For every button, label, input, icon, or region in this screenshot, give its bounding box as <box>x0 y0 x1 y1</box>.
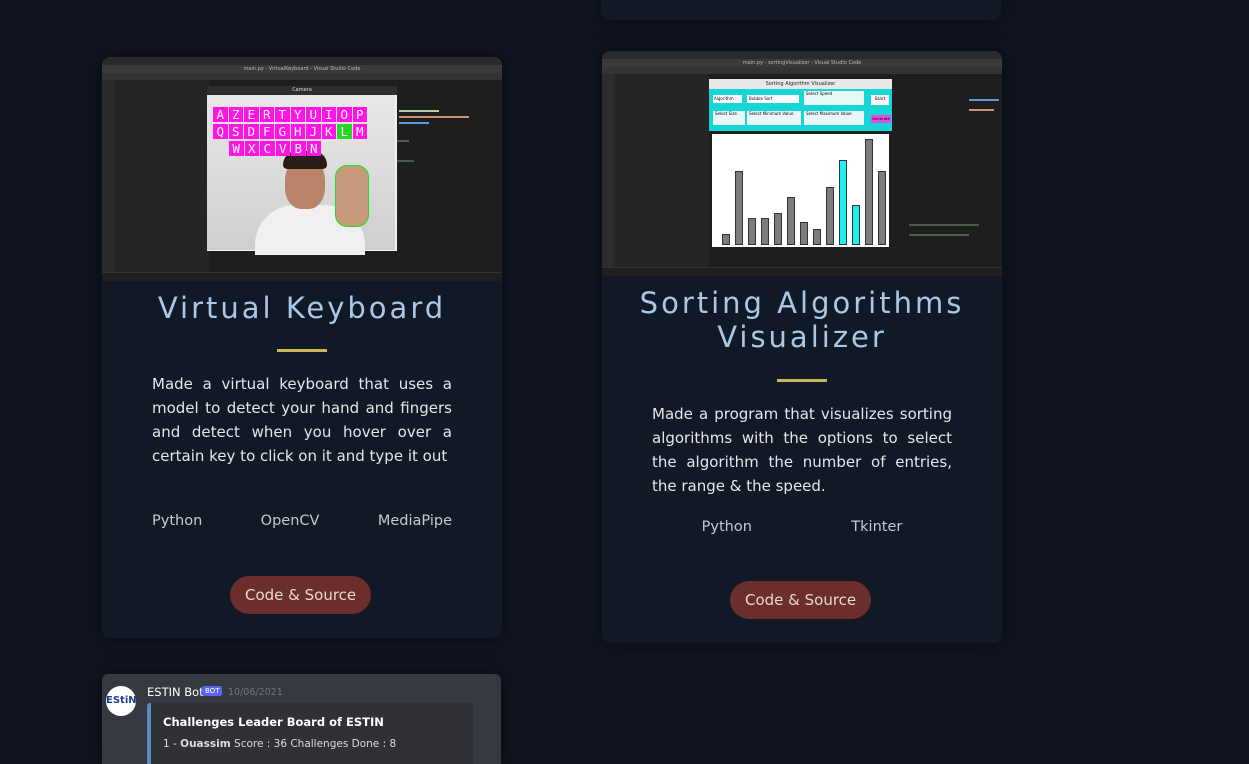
virtual-key-b: B <box>291 141 306 156</box>
virtual-key-s: S <box>228 124 243 139</box>
sort-bar <box>813 229 821 245</box>
window-title: main.py - sortingVisualizer - Visual Stu… <box>602 59 1002 67</box>
virtual-key-z: Z <box>228 107 243 122</box>
virtual-key-i: I <box>321 107 336 122</box>
sort-bar <box>865 139 873 245</box>
virtual-key-f: F <box>259 124 274 139</box>
sort-bar <box>761 218 769 245</box>
virtual-key-v: V <box>275 141 290 156</box>
project-card-discord-bot: EStiN ESTIN Bot BOT 10/06/2021 Challenge… <box>102 674 501 764</box>
window-title: main.py - VirtualKeyboard - Visual Studi… <box>102 65 502 73</box>
virtual-key-e: E <box>244 107 259 122</box>
tech-tags: Python Tkinter <box>652 519 952 535</box>
title-divider <box>777 379 827 382</box>
virtual-key-p: P <box>352 107 367 122</box>
code-source-button[interactable]: Code & Source <box>230 576 372 614</box>
virtual-key-o: O <box>337 107 352 122</box>
virtual-key-u: U <box>306 107 321 122</box>
hand <box>335 165 369 227</box>
virtual-key-d: D <box>244 124 259 139</box>
virtual-key-y: Y <box>290 107 305 122</box>
project-description: Made a program that visualizes sorting a… <box>652 405 952 495</box>
sort-bar <box>722 234 730 245</box>
virtual-key-r: R <box>259 107 274 122</box>
virtual-key-j: J <box>306 124 321 139</box>
camera-window: Camera AZERTYUIOP QSDFGHJKLM WXCVBN <box>207 86 397 255</box>
sort-bar <box>774 213 782 245</box>
virtual-key-n: N <box>306 141 321 156</box>
virtual-key-a: A <box>213 107 228 122</box>
keyboard-row-1: AZERTYUIOP <box>213 107 368 122</box>
keyboard-row-3: WXCVBN <box>229 141 322 156</box>
tag-python: Python <box>152 513 203 529</box>
bot-badge: BOT <box>202 686 223 696</box>
sort-bar <box>748 218 756 245</box>
sort-bar <box>800 222 808 245</box>
sort-bar <box>839 160 847 245</box>
project-screenshot: main.py - VirtualKeyboard - Visual Studi… <box>102 57 502 281</box>
embed: Challenges Leader Board of ESTIN 1 - Oua… <box>147 703 473 764</box>
virtual-key-g: G <box>275 124 290 139</box>
virtual-key-x: X <box>244 141 259 156</box>
tech-tags: Python OpenCV MediaPipe <box>152 513 452 529</box>
tag-tkinter: Tkinter <box>851 519 903 535</box>
virtual-key-c: C <box>260 141 275 156</box>
start-button: Start <box>871 95 889 105</box>
bar-visualization <box>712 134 889 247</box>
tag-mediapipe: MediaPipe <box>377 513 452 529</box>
virtual-key-w: W <box>229 141 244 156</box>
controls-panel: Algorithm : Bubble Sort Select Speed Sta… <box>709 89 892 131</box>
app-titlebar: Sorting Algorithm Visualizer <box>709 79 892 89</box>
project-screenshot: main.py - sortingVisualizer - Visual Stu… <box>602 51 1002 276</box>
virtual-key-m: M <box>352 124 367 139</box>
tag-opencv: OpenCV <box>260 513 320 529</box>
project-title: Sorting Algorithms Visualizer <box>639 286 965 354</box>
virtual-key-k: K <box>321 124 336 139</box>
project-title: Virtual Keyboard <box>157 291 447 325</box>
virtual-key-h: H <box>290 124 305 139</box>
project-description: Made a virtual keyboard that uses a mode… <box>152 375 452 465</box>
title-divider <box>277 349 327 352</box>
embed-title: Challenges Leader Board of ESTIN <box>163 715 384 729</box>
bot-avatar: EStiN <box>106 686 137 716</box>
virtual-key-q: Q <box>213 124 228 139</box>
sort-bar <box>878 171 886 245</box>
tag-python: Python <box>701 519 752 535</box>
bot-name: ESTIN Bot <box>147 685 204 699</box>
project-card-sorting-visualizer: main.py - sortingVisualizer - Visual Stu… <box>602 51 1002 643</box>
sort-bar <box>787 197 795 245</box>
sort-bar <box>735 171 743 245</box>
algorithm-select: Bubble Sort <box>747 95 799 103</box>
project-card-virtual-keyboard: main.py - VirtualKeyboard - Visual Studi… <box>102 57 502 638</box>
project-card-partial <box>601 0 1001 20</box>
code-source-button[interactable]: Code & Source <box>730 581 872 619</box>
leaderboard-entry: 1 - Ouassim Score : 36 Challenges Done :… <box>163 738 397 750</box>
keyboard-row-2: QSDFGHJKLM <box>213 124 368 139</box>
virtual-key-t: T <box>275 107 290 122</box>
sort-bar <box>826 187 834 245</box>
generate-button: Generate <box>871 115 891 123</box>
sort-bar <box>852 205 860 245</box>
virtual-key-l: L <box>337 124 352 139</box>
message-date: 10/06/2021 <box>228 687 283 698</box>
